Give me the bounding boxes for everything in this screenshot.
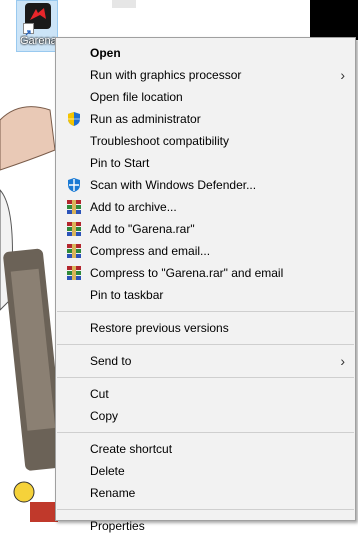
menu-separator: [57, 344, 354, 345]
shortcut-arrow-icon: [23, 23, 34, 36]
desktop-icon-label: Garena: [20, 35, 57, 47]
menu-item-label: Run as administrator: [90, 112, 201, 126]
submenu-arrow-icon: ›: [340, 353, 345, 369]
menu-separator: [57, 311, 354, 312]
menu-item-label: Pin to taskbar: [90, 288, 164, 302]
menu-item-label: Add to archive...: [90, 200, 177, 214]
menu-item-label: Copy: [90, 409, 119, 423]
winrar-icon: [66, 199, 82, 215]
menu-item-label: Open: [90, 46, 121, 60]
menu-separator: [57, 509, 354, 510]
garena-desktop-icon[interactable]: Garena: [16, 0, 58, 52]
menu-item-label: Cut: [90, 387, 109, 401]
menu-item-open[interactable]: Open: [56, 42, 355, 64]
menu-item-label: Properties: [90, 519, 145, 533]
winrar-icon: [66, 265, 82, 281]
submenu-arrow-icon: ›: [340, 67, 345, 83]
menu-item-restore-versions[interactable]: Restore previous versions: [56, 317, 355, 339]
menu-item-label: Open file location: [90, 90, 183, 104]
context-menu: Open Run with graphics processor › Open …: [55, 37, 356, 533]
menu-item-label: Compress to "Garena.rar" and email: [90, 266, 284, 280]
menu-item-rename[interactable]: Rename: [56, 482, 355, 504]
desktop-background-dark: [310, 0, 358, 40]
menu-item-properties[interactable]: Properties: [56, 515, 355, 537]
menu-item-label: Delete: [90, 464, 125, 478]
winrar-icon: [66, 243, 82, 259]
menu-item-pin-to-taskbar[interactable]: Pin to taskbar: [56, 284, 355, 306]
menu-item-create-shortcut[interactable]: Create shortcut: [56, 438, 355, 460]
menu-item-label: Restore previous versions: [90, 321, 229, 335]
winrar-icon: [66, 221, 82, 237]
menu-item-cut[interactable]: Cut: [56, 383, 355, 405]
menu-item-add-to-archive[interactable]: Add to archive...: [56, 196, 355, 218]
windows-defender-icon: [66, 177, 82, 193]
menu-item-label: Compress and email...: [90, 244, 211, 258]
menu-item-run-as-admin[interactable]: Run as administrator: [56, 108, 355, 130]
menu-item-copy[interactable]: Copy: [56, 405, 355, 427]
wallpaper-art: [0, 106, 60, 522]
menu-item-label: Troubleshoot compatibility: [90, 134, 229, 148]
menu-item-scan-defender[interactable]: Scan with Windows Defender...: [56, 174, 355, 196]
menu-item-label: Add to "Garena.rar": [90, 222, 195, 236]
menu-item-label: Run with graphics processor: [90, 68, 242, 82]
menu-item-troubleshoot[interactable]: Troubleshoot compatibility: [56, 130, 355, 152]
desktop-background-strip: [112, 0, 136, 8]
menu-item-label: Rename: [90, 486, 136, 500]
menu-item-label: Scan with Windows Defender...: [90, 178, 257, 192]
menu-item-label: Send to: [90, 354, 132, 368]
menu-item-label: Create shortcut: [90, 442, 173, 456]
menu-item-compress-email[interactable]: Compress and email...: [56, 240, 355, 262]
menu-separator: [57, 432, 354, 433]
menu-item-compress-rar-email[interactable]: Compress to "Garena.rar" and email: [56, 262, 355, 284]
menu-item-add-to-rar[interactable]: Add to "Garena.rar": [56, 218, 355, 240]
menu-item-delete[interactable]: Delete: [56, 460, 355, 482]
menu-item-label: Pin to Start: [90, 156, 150, 170]
menu-item-pin-to-start[interactable]: Pin to Start: [56, 152, 355, 174]
menu-item-open-file-location[interactable]: Open file location: [56, 86, 355, 108]
menu-item-send-to[interactable]: Send to ›: [56, 350, 355, 372]
menu-separator: [57, 377, 354, 378]
menu-item-run-with-gpu[interactable]: Run with graphics processor ›: [56, 64, 355, 86]
uac-shield-icon: [66, 111, 82, 127]
